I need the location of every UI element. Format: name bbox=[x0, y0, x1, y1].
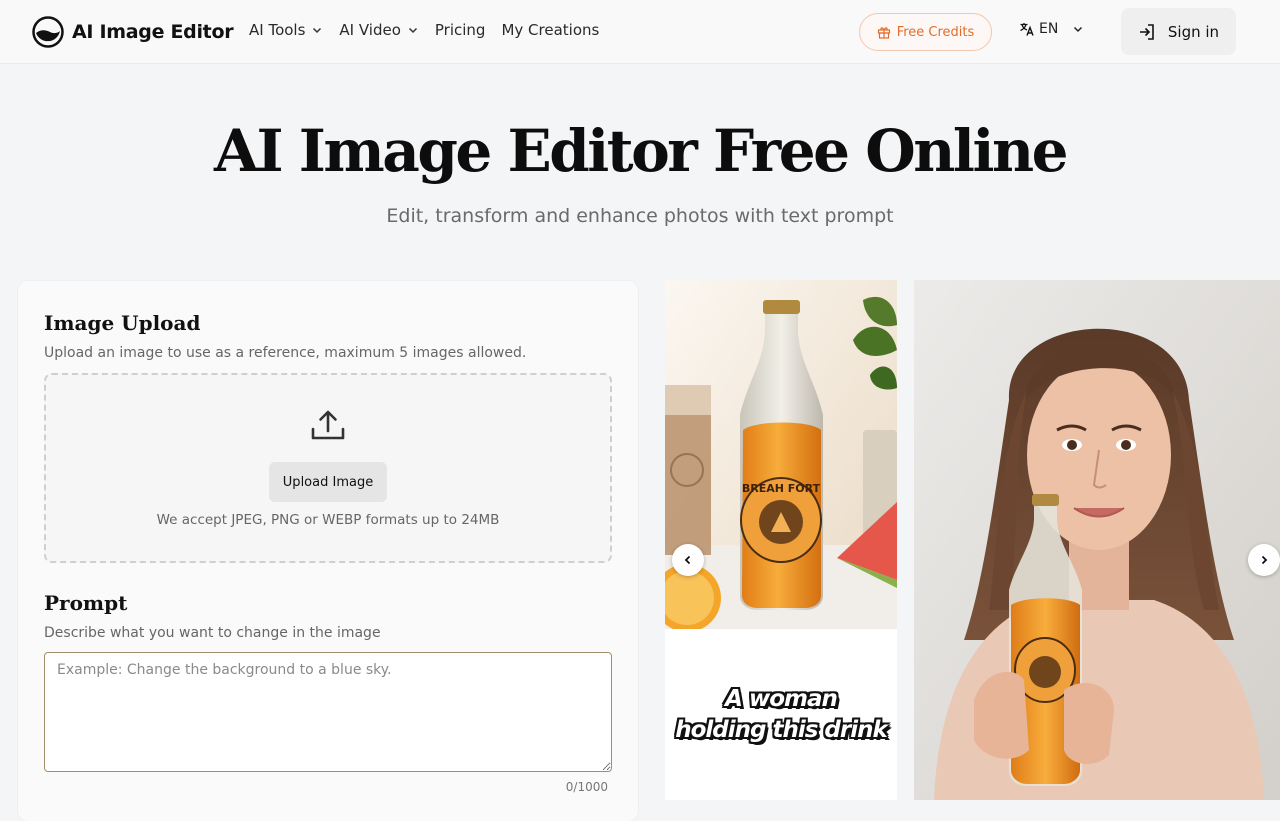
editor-form-card: Image Upload Upload an image to use as a… bbox=[18, 281, 638, 821]
caption-line: A woman bbox=[725, 685, 838, 712]
product-illustration: BREAH FORT bbox=[665, 280, 897, 629]
logo-text: AI Image Editor bbox=[72, 21, 234, 43]
carousel-next-button[interactable] bbox=[1248, 544, 1280, 576]
chevron-left-icon bbox=[684, 555, 691, 565]
site-header: AI Image Editor AI Tools AI Video Pricin… bbox=[0, 0, 1280, 64]
prompt-char-counter: 0/1000 bbox=[565, 780, 608, 794]
prompt-title: Prompt bbox=[44, 591, 128, 615]
chevron-down-icon bbox=[408, 27, 417, 34]
prompt-input[interactable] bbox=[44, 652, 612, 772]
nav-ai-tools[interactable]: AI Tools bbox=[249, 21, 323, 39]
example-product-image: BREAH FORT bbox=[665, 280, 897, 629]
page-subtitle: Edit, transform and enhance photos with … bbox=[386, 205, 894, 227]
language-selector[interactable]: EN bbox=[1019, 21, 1084, 37]
logo-mark-icon bbox=[32, 16, 64, 48]
page-title: AI Image Editor Free Online bbox=[213, 117, 1069, 185]
upload-icon bbox=[311, 410, 345, 440]
sign-in-label: Sign in bbox=[1167, 22, 1220, 41]
result-illustration bbox=[914, 280, 1280, 800]
nav-label: AI Video bbox=[339, 21, 401, 39]
chevron-down-icon bbox=[1074, 26, 1083, 33]
free-credits-label: Free Credits bbox=[896, 24, 975, 40]
nav-label: My Creations bbox=[501, 21, 600, 39]
nav-my-creations[interactable]: My Creations bbox=[501, 21, 599, 39]
example-showcase: BREAH FORT A woman holding this drink bbox=[665, 280, 1280, 800]
chevron-down-icon bbox=[313, 27, 322, 34]
example-caption: A woman holding this drink bbox=[665, 629, 897, 800]
upload-image-button[interactable]: Upload Image bbox=[269, 462, 387, 502]
sign-in-icon bbox=[1139, 23, 1154, 40]
bottle-label-text: BREAH FORT bbox=[742, 482, 821, 495]
prompt-description: Describe what you want to change in the … bbox=[44, 625, 381, 641]
language-label: EN bbox=[1039, 21, 1059, 37]
image-upload-description: Upload an image to use as a reference, m… bbox=[44, 345, 527, 361]
nav-label: AI Tools bbox=[249, 21, 306, 39]
nav-ai-video[interactable]: AI Video bbox=[339, 21, 418, 39]
accepted-formats-note: We accept JPEG, PNG or WEBP formats up t… bbox=[156, 512, 500, 528]
image-upload-title: Image Upload bbox=[44, 311, 201, 335]
free-credits-button[interactable]: Free Credits bbox=[859, 13, 992, 51]
nav-pricing[interactable]: Pricing bbox=[435, 21, 486, 39]
sign-in-button[interactable]: Sign in bbox=[1121, 8, 1236, 55]
translate-icon bbox=[1020, 23, 1034, 36]
main-nav: AI Tools AI Video Pricing My Creations bbox=[249, 21, 615, 39]
carousel-prev-button[interactable] bbox=[672, 544, 704, 576]
caption-line: holding this drink bbox=[675, 716, 888, 743]
logo[interactable]: AI Image Editor bbox=[32, 16, 234, 48]
nav-label: Pricing bbox=[434, 21, 486, 39]
image-dropzone[interactable]: Upload Image We accept JPEG, PNG or WEBP… bbox=[44, 373, 612, 563]
chevron-right-icon bbox=[1261, 555, 1268, 565]
gift-icon bbox=[877, 27, 890, 39]
example-result-image bbox=[914, 280, 1280, 800]
